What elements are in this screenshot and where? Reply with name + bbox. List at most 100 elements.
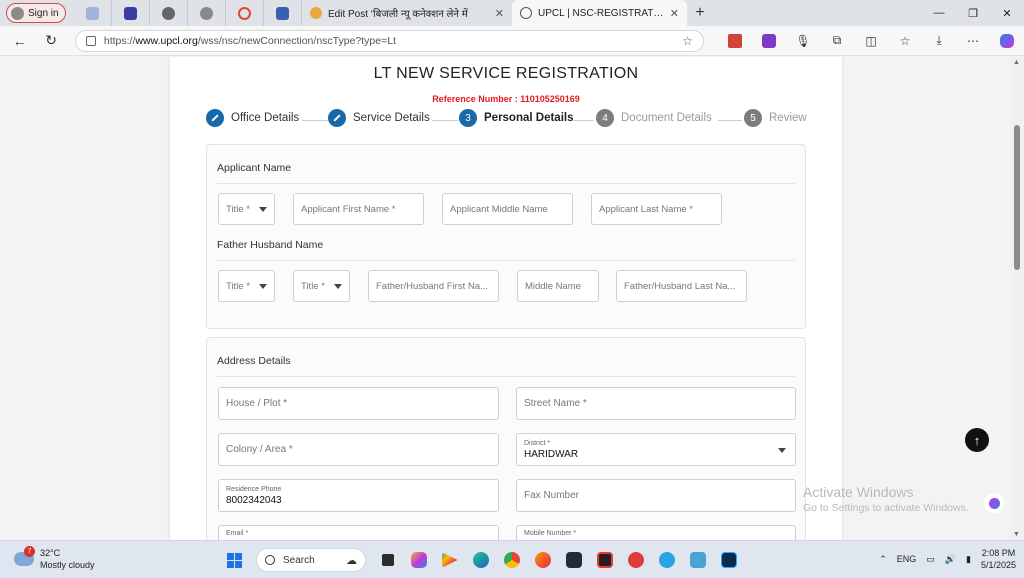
close-tab-icon[interactable]: ✕ — [495, 7, 504, 20]
address-bar[interactable]: https://www.upcl.org/wss/nsc/newConnecti… — [74, 29, 704, 52]
new-tab-button[interactable]: + — [687, 4, 713, 22]
window-controls: — ❐ ✕ — [922, 0, 1024, 26]
play-store-app[interactable] — [434, 548, 465, 572]
edge-app[interactable] — [465, 548, 496, 572]
colony-area-input[interactable]: Colony / Area * — [218, 433, 499, 466]
scroll-up-arrow-icon[interactable]: ▲ — [1013, 59, 1020, 66]
chevron-down-icon — [259, 206, 267, 212]
favorites-icon[interactable]: ☆ — [888, 26, 922, 56]
notepad-app[interactable] — [682, 548, 713, 572]
windows-taskbar: 7 32°C Mostly cloudy Search ☁ ⌃ ENG ▭ 🔊 ▮… — [0, 540, 1024, 578]
father-middle-name-input[interactable]: Middle Name — [517, 270, 599, 302]
editor-app[interactable] — [558, 548, 589, 572]
mobile-number-input[interactable]: Mobile Number * — [516, 525, 796, 540]
clock[interactable]: 2:08 PM 5/1/2025 — [981, 547, 1016, 571]
step-personal-details[interactable]: 3 Personal Details — [459, 109, 573, 127]
chrome-icon — [503, 552, 520, 568]
minimize-button[interactable]: — — [922, 0, 956, 26]
copilot-icon[interactable] — [990, 26, 1024, 56]
maximize-button[interactable]: ❐ — [956, 0, 990, 26]
applicant-first-name-input[interactable]: Applicant First Name * — [293, 193, 424, 225]
extensions-puzzle-icon[interactable]: ⧉ — [820, 26, 854, 56]
photoshop-icon — [720, 552, 737, 568]
step-connector — [432, 120, 458, 121]
profile-button[interactable]: Sign in — [6, 3, 66, 23]
applicant-title-select[interactable]: Title * — [218, 193, 275, 225]
battery-icon[interactable]: ▮ — [966, 554, 971, 565]
scroll-to-top-button[interactable]: ↑ — [965, 428, 989, 452]
extension-icon[interactable] — [752, 26, 786, 56]
copilot-icon — [988, 497, 1000, 509]
fax-number-input[interactable]: Fax Number — [516, 479, 796, 512]
photoshop-app[interactable] — [713, 548, 744, 572]
tab-favicon-icon — [86, 6, 99, 20]
task-view-button[interactable] — [372, 548, 403, 572]
house-plot-input[interactable]: House / Plot * — [218, 387, 499, 420]
language-indicator[interactable]: ENG — [897, 554, 917, 564]
refresh-button[interactable]: ↻ — [35, 32, 66, 49]
father-first-name-input[interactable]: Father/Husband First Na... — [368, 270, 499, 302]
taskbar-search[interactable]: Search ☁ — [256, 548, 366, 572]
father-last-name-input[interactable]: Father/Husband Last Na... — [616, 270, 747, 302]
tab-favicon-icon — [200, 6, 213, 20]
pinned-tab-6[interactable] — [264, 0, 302, 26]
downloads-icon[interactable]: ⤓ — [922, 26, 956, 56]
residence-phone-input[interactable]: Residence Phone 8002342043 — [218, 479, 499, 512]
edit-pencil-icon — [206, 109, 224, 127]
step-service-details[interactable]: Service Details — [328, 109, 430, 127]
edge-icon — [472, 552, 489, 568]
pinned-tab-2[interactable] — [112, 0, 150, 26]
weather-widget[interactable]: 7 32°C Mostly cloudy — [14, 546, 95, 571]
father-title-select-2[interactable]: Title * — [293, 270, 350, 302]
windows-logo-icon — [227, 552, 242, 568]
split-screen-icon[interactable]: ◫ — [854, 26, 888, 56]
chevron-up-icon[interactable]: ⌃ — [879, 554, 887, 565]
step-office-details[interactable]: Office Details — [206, 109, 299, 127]
scroll-down-arrow-icon[interactable]: ▼ — [1013, 531, 1020, 538]
applicant-last-name-input[interactable]: Applicant Last Name * — [591, 193, 722, 225]
copilot-app[interactable] — [403, 548, 434, 572]
pinned-tab-5[interactable] — [226, 0, 264, 26]
email-input[interactable]: Email * — [218, 525, 499, 540]
registration-stepper: Office Details Service Details 3 Persona… — [206, 109, 810, 131]
step-document-details[interactable]: 4 Document Details — [596, 109, 712, 127]
close-tab-icon[interactable]: ✕ — [670, 7, 679, 20]
telegram-app[interactable] — [651, 548, 682, 572]
page-scrollbar[interactable]: ▲ ▼ — [1010, 57, 1024, 540]
applicant-name-card: Applicant Name Title * Applicant First N… — [206, 144, 806, 329]
applicant-middle-name-input[interactable]: Applicant Middle Name — [442, 193, 573, 225]
close-window-button[interactable]: ✕ — [990, 0, 1024, 26]
chrome-app[interactable] — [496, 548, 527, 572]
recorder-app[interactable] — [589, 548, 620, 572]
street-name-input[interactable]: Street Name * — [516, 387, 796, 420]
step-number: 5 — [744, 109, 762, 127]
chevron-down-icon — [778, 448, 786, 453]
microphone-icon[interactable]: 🎙 — [786, 26, 820, 56]
headphones-app[interactable] — [620, 548, 651, 572]
tab-upcl[interactable]: UPCL | NSC-REGISTRATION ✕ — [512, 0, 687, 26]
globe-icon — [520, 7, 532, 19]
father-title-select-1[interactable]: Title * — [218, 270, 275, 302]
bing-highlight-icon: ☁ — [346, 554, 357, 567]
pinned-tab-3[interactable] — [150, 0, 188, 26]
navigation-bar: ← ↻ https://www.upcl.org/wss/nsc/newConn… — [0, 26, 1024, 56]
speaker-icon[interactable]: 🔊 — [945, 554, 956, 565]
firefox-app[interactable] — [527, 548, 558, 572]
pinned-tab-1[interactable] — [74, 0, 112, 26]
copilot-floating-button[interactable] — [984, 493, 1004, 513]
district-select[interactable]: District * HARIDWAR — [516, 433, 796, 466]
more-menu-icon[interactable]: ⋯ — [956, 26, 990, 56]
taskbar-apps: Search ☁ — [219, 548, 744, 572]
tab-edit-post[interactable]: Edit Post ‘बिजली न्यू कनेक्शन लेने में ✕ — [302, 0, 512, 26]
copilot-icon — [410, 552, 427, 568]
start-button[interactable] — [219, 548, 250, 572]
back-button[interactable]: ← — [4, 33, 35, 49]
section-title: Address Details — [217, 355, 291, 367]
megaphone-icon[interactable] — [718, 26, 752, 56]
monitor-icon[interactable]: ▭ — [926, 554, 935, 565]
pinned-tab-4[interactable] — [188, 0, 226, 26]
scrollbar-thumb[interactable] — [1014, 125, 1020, 270]
tab-favicon-icon — [276, 6, 289, 20]
favorite-star-icon[interactable]: ☆ — [682, 34, 693, 48]
step-review[interactable]: 5 Review — [744, 109, 807, 127]
